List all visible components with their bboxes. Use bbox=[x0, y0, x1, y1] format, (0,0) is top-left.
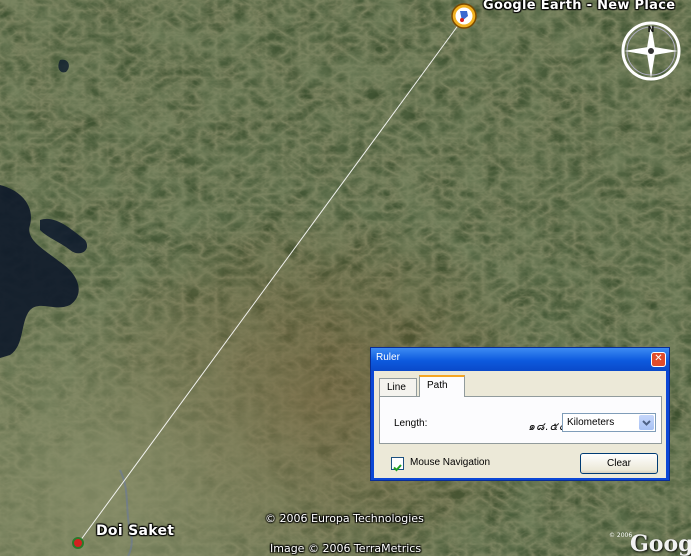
google-logo: Goog bbox=[630, 531, 691, 556]
unit-select-value: Kilometers bbox=[567, 417, 615, 428]
chevron-down-icon[interactable] bbox=[639, 415, 654, 430]
tab-panel-path: Length: ๑๘.๕๔ Kilometers bbox=[379, 396, 662, 444]
ruler-body: Line Path Length: ๑๘.๕๔ Kilometers Mouse… bbox=[374, 371, 666, 478]
small-copyright: © 2006 bbox=[609, 532, 633, 539]
close-icon: ✕ bbox=[654, 353, 663, 364]
imagery-credit-terrametrics: Image © 2006 TerraMetrics bbox=[270, 542, 422, 555]
compass-north-label: N bbox=[648, 25, 655, 34]
mouse-navigation-checkbox[interactable] bbox=[391, 457, 404, 472]
placemark-label[interactable]: Google Earth - New Place bbox=[483, 0, 675, 13]
checkmark-icon bbox=[393, 464, 402, 472]
length-label: Length: bbox=[394, 418, 428, 429]
imagery-credit-europa: © 2006 Europa Technologies bbox=[265, 512, 424, 525]
town-marker-icon bbox=[72, 537, 84, 549]
close-button[interactable]: ✕ bbox=[651, 352, 666, 367]
clear-button[interactable]: Clear bbox=[580, 453, 658, 474]
ruler-title: Ruler bbox=[376, 352, 400, 363]
unit-select[interactable]: Kilometers bbox=[562, 413, 656, 432]
compass-icon[interactable]: N bbox=[618, 18, 684, 84]
ruler-titlebar[interactable]: Ruler ✕ bbox=[371, 348, 669, 371]
mouse-navigation-label[interactable]: Mouse Navigation bbox=[410, 457, 490, 468]
town-label[interactable]: Doi Saket bbox=[96, 523, 174, 539]
tab-path[interactable]: Path bbox=[419, 375, 465, 397]
tab-line[interactable]: Line bbox=[379, 378, 417, 396]
placemark-icon[interactable] bbox=[450, 2, 478, 30]
ruler-dialog: Ruler ✕ Line Path Length: ๑๘.๕๔ Kilomete… bbox=[370, 347, 670, 481]
